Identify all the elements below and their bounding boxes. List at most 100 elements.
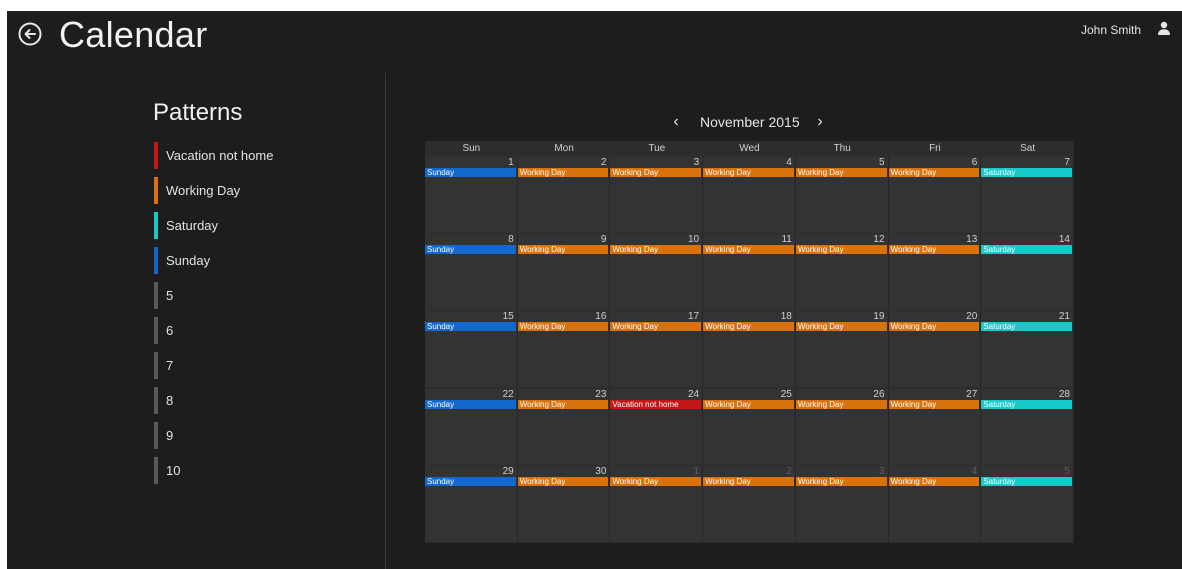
day-cell[interactable]: 25 Working Day	[703, 388, 796, 465]
day-number: 10	[688, 234, 700, 246]
next-month-button[interactable]: ›	[812, 113, 828, 131]
day-event[interactable]: Working Day	[703, 476, 794, 486]
day-cell[interactable]: 4 Working Day	[888, 465, 982, 542]
day-event[interactable]: Sunday	[425, 245, 516, 255]
day-event[interactable]: Saturday	[981, 476, 1072, 486]
day-cell[interactable]: 4 Working Day	[703, 157, 796, 233]
day-cell[interactable]: 20 Working Day	[888, 311, 982, 388]
day-cell[interactable]: 1 Working Day	[610, 465, 704, 542]
day-number: 17	[688, 311, 700, 323]
day-cell[interactable]: 5 Saturday	[981, 465, 1074, 542]
day-cell[interactable]: 3 Working Day	[610, 157, 704, 233]
day-cell[interactable]: 26 Working Day	[795, 388, 889, 465]
day-event[interactable]: Working Day	[703, 245, 794, 255]
day-cell[interactable]: 30 Working Day	[517, 465, 611, 542]
day-event[interactable]: Saturday	[981, 322, 1072, 332]
day-cell[interactable]: 6 Working Day	[888, 157, 982, 233]
day-cell[interactable]: 15 Sunday	[425, 311, 518, 388]
day-cell[interactable]: 12 Working Day	[795, 234, 889, 311]
day-event[interactable]: Working Day	[610, 245, 702, 255]
day-event[interactable]: Working Day	[795, 322, 887, 332]
day-event[interactable]: Working Day	[888, 476, 980, 486]
pattern-color-bar	[154, 387, 158, 414]
day-number: 2	[600, 157, 607, 168]
day-event[interactable]: Sunday	[425, 322, 516, 332]
weekday-header-row: Sun Mon Tue Wed Thu Fri Sat	[425, 141, 1074, 157]
day-event[interactable]: Working Day	[795, 399, 887, 409]
day-cell[interactable]: 8 Sunday	[425, 234, 518, 311]
day-event[interactable]: Working Day	[517, 476, 609, 486]
day-cell[interactable]: 23 Working Day	[517, 388, 611, 465]
day-cell[interactable]: 7 Saturday	[981, 157, 1074, 233]
week-row: 8 Sunday 9 Working Day 10 Working Day 11 Workin…	[425, 234, 1074, 311]
day-event[interactable]: Working Day	[517, 168, 609, 177]
prev-month-button[interactable]: ‹	[668, 113, 684, 131]
day-number: 19	[873, 311, 885, 323]
day-cell[interactable]: 22 Sunday	[425, 388, 518, 465]
day-event[interactable]: Working Day	[703, 168, 794, 177]
day-event[interactable]: Working Day	[517, 245, 609, 255]
pattern-color-bar	[154, 177, 158, 204]
weekday-label: Fri	[929, 143, 941, 154]
day-event[interactable]: Working Day	[703, 322, 794, 332]
day-cell[interactable]: 27 Working Day	[888, 388, 982, 465]
day-number: 5	[1064, 465, 1070, 477]
user-name[interactable]: John Smith	[1081, 23, 1141, 37]
weekday-label: Wed	[739, 143, 760, 154]
day-cell[interactable]: 1 Sunday	[425, 157, 518, 233]
day-number: 20	[966, 311, 978, 323]
day-cell[interactable]: 11 Working Day	[703, 234, 796, 311]
day-number: 4	[971, 465, 978, 477]
back-arrow-circle-icon[interactable]	[17, 21, 43, 47]
day-cell[interactable]: 17 Working Day	[610, 311, 704, 388]
day-event[interactable]: Working Day	[888, 399, 980, 409]
day-number: 29	[502, 465, 514, 477]
day-cell[interactable]: 21 Saturday	[981, 311, 1074, 388]
day-event[interactable]: Vacation not home	[610, 399, 702, 409]
day-cell[interactable]: 14 Saturday	[981, 234, 1074, 311]
day-event[interactable]: Working Day	[888, 322, 980, 332]
day-cell[interactable]: 2 Working Day	[703, 465, 796, 542]
day-event[interactable]: Sunday	[425, 476, 516, 486]
day-event[interactable]: Working Day	[610, 168, 702, 177]
day-event[interactable]: Working Day	[888, 168, 980, 177]
day-event[interactable]: Sunday	[425, 399, 516, 409]
day-cell[interactable]: 19 Working Day	[795, 311, 889, 388]
day-cell[interactable]: 18 Working Day	[703, 311, 796, 388]
day-cell[interactable]: 2 Working Day	[517, 157, 611, 233]
day-cell[interactable]: 16 Working Day	[517, 311, 611, 388]
day-event[interactable]: Working Day	[795, 168, 887, 177]
day-number: 11	[781, 234, 792, 246]
day-cell[interactable]: 10 Working Day	[610, 234, 704, 311]
day-number: 3	[878, 465, 885, 477]
pattern-label: 5	[166, 288, 174, 303]
day-cell[interactable]: 28 Saturday	[981, 388, 1074, 465]
patterns-title: Patterns	[153, 99, 243, 126]
day-event[interactable]: Working Day	[517, 399, 609, 409]
day-event[interactable]: Saturday	[981, 399, 1072, 409]
day-cell[interactable]: 5 Working Day	[795, 157, 889, 233]
day-event[interactable]: Saturday	[981, 168, 1072, 177]
day-event[interactable]: Working Day	[888, 245, 980, 255]
day-event[interactable]: Sunday	[425, 168, 516, 177]
user-icon[interactable]	[1157, 21, 1171, 35]
day-event[interactable]: Working Day	[703, 399, 794, 409]
day-cell[interactable]: 29 Sunday	[425, 465, 518, 542]
day-event[interactable]: Saturday	[981, 245, 1072, 255]
pattern-label: 7	[166, 358, 174, 373]
day-number: 1	[693, 465, 700, 477]
day-number: 27	[966, 388, 978, 400]
pattern-color-bar	[154, 282, 158, 309]
day-event[interactable]: Working Day	[795, 476, 887, 486]
day-number: 5	[878, 157, 885, 168]
day-event[interactable]: Working Day	[795, 245, 887, 255]
day-event[interactable]: Working Day	[517, 322, 609, 332]
day-cell[interactable]: 24 Vacation not home	[610, 388, 704, 465]
day-cell[interactable]: 3 Working Day	[795, 465, 889, 542]
day-cell[interactable]: 13 Working Day	[888, 234, 982, 311]
day-event[interactable]: Working Day	[610, 476, 702, 486]
day-cell[interactable]: 9 Working Day	[517, 234, 611, 311]
day-event[interactable]: Working Day	[610, 322, 702, 332]
week-row: 15 Sunday 16 Working Day 17 Working Day 18 Work…	[425, 311, 1074, 388]
day-number: 21	[1058, 311, 1070, 323]
